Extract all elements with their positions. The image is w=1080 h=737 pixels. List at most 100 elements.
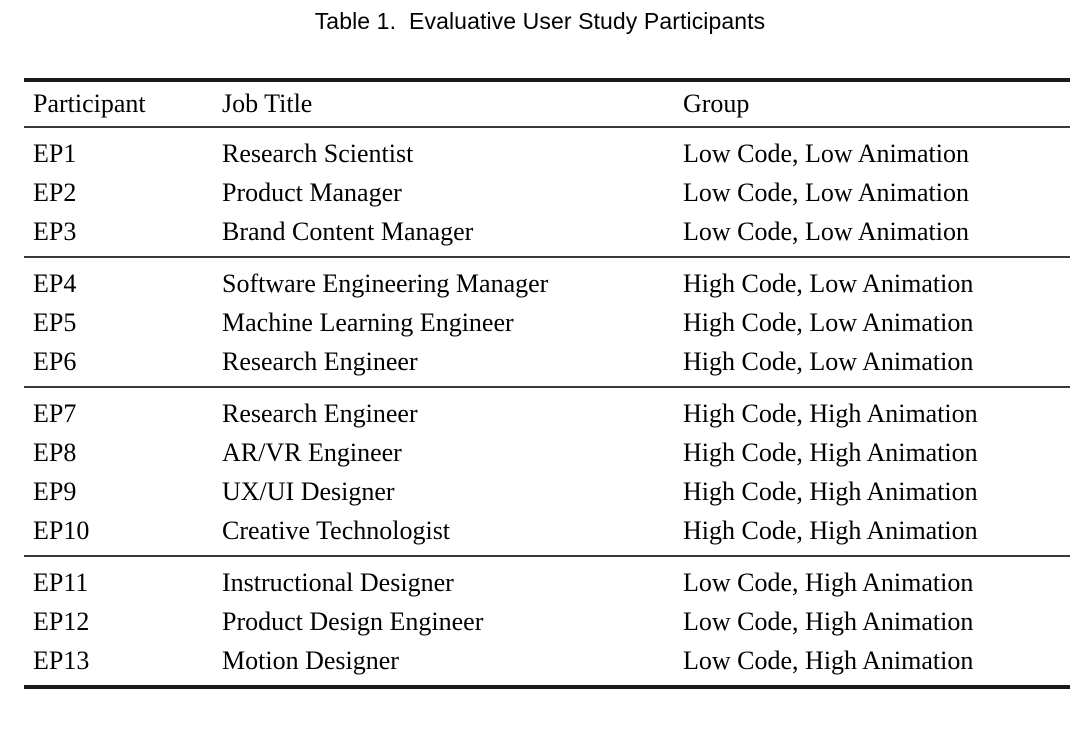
cell-group: High Code, High Animation bbox=[674, 394, 1070, 433]
cell-group-text: Low Code, High Animation bbox=[683, 568, 974, 597]
cell-group-text: High Code, High Animation bbox=[683, 438, 978, 467]
table-row: EP2 Product Manager Low Code, Low Animat… bbox=[24, 173, 1070, 212]
cell-participant: EP4 bbox=[24, 264, 213, 303]
cell-job-title: Brand Content Manager bbox=[213, 212, 674, 251]
cell-job-title: Motion Designer bbox=[213, 641, 674, 680]
table-row: EP8 AR/VR Engineer High Code, High Anima… bbox=[24, 433, 1070, 472]
cell-job-title: Machine Learning Engineer bbox=[213, 303, 674, 342]
table-body-group-3: EP7 Research Engineer High Code, High An… bbox=[24, 388, 1070, 558]
cell-job-title-text: Research Engineer bbox=[222, 399, 418, 428]
cell-job-title-text: Research Scientist bbox=[222, 139, 414, 168]
cell-job-title-text: Research Engineer bbox=[222, 347, 418, 376]
group-4-bottom-spacer bbox=[24, 680, 1070, 687]
cell-job-title: Product Manager bbox=[213, 173, 674, 212]
cell-participant: EP12 bbox=[24, 602, 213, 641]
cell-participant-text: EP6 bbox=[33, 347, 77, 376]
cell-job-title: UX/UI Designer bbox=[213, 472, 674, 511]
cell-group: High Code, Low Animation bbox=[674, 303, 1070, 342]
bottom-rule bbox=[24, 685, 1070, 691]
cell-job-title-text: Brand Content Manager bbox=[222, 217, 474, 246]
cell-participant-text: EP12 bbox=[33, 607, 90, 636]
table-body-group-4: EP11 Instructional Designer Low Code, Hi… bbox=[24, 557, 1070, 691]
cell-job-title-text: Creative Technologist bbox=[222, 516, 451, 545]
cell-participant-text: EP3 bbox=[33, 217, 77, 246]
cell-group: Low Code, High Animation bbox=[674, 602, 1070, 641]
cell-participant-text: EP7 bbox=[33, 399, 77, 428]
cell-group-text: Low Code, Low Animation bbox=[683, 178, 969, 207]
table-container: Participant Job Title Group EP1 Research… bbox=[24, 78, 1070, 691]
cell-participant-text: EP2 bbox=[33, 178, 77, 207]
cell-job-title: AR/VR Engineer bbox=[213, 433, 674, 472]
cell-job-title-text: Software Engineering Manager bbox=[222, 269, 549, 298]
table-row: EP1 Research Scientist Low Code, Low Ani… bbox=[24, 134, 1070, 173]
cell-group-text: High Code, Low Animation bbox=[683, 308, 974, 337]
cell-participant: EP13 bbox=[24, 641, 213, 680]
table-row: EP6 Research Engineer High Code, Low Ani… bbox=[24, 342, 1070, 381]
cell-group-text: High Code, Low Animation bbox=[683, 347, 974, 376]
cell-group-text: Low Code, Low Animation bbox=[683, 217, 969, 246]
table-row: EP3 Brand Content Manager Low Code, Low … bbox=[24, 212, 1070, 251]
cell-group: Low Code, Low Animation bbox=[674, 134, 1070, 173]
cell-group: High Code, High Animation bbox=[674, 433, 1070, 472]
column-header-participant-label: Participant bbox=[33, 89, 146, 118]
cell-participant: EP6 bbox=[24, 342, 213, 381]
cell-participant: EP3 bbox=[24, 212, 213, 251]
table-row: EP7 Research Engineer High Code, High An… bbox=[24, 394, 1070, 433]
cell-group: Low Code, Low Animation bbox=[674, 212, 1070, 251]
cell-participant-text: EP11 bbox=[33, 568, 89, 597]
cell-participant: EP9 bbox=[24, 472, 213, 511]
cell-job-title: Product Design Engineer bbox=[213, 602, 674, 641]
table-caption: Table 1. Evaluative User Study Participa… bbox=[314, 8, 766, 34]
column-header-job-title: Job Title bbox=[213, 82, 674, 127]
cell-participant-text: EP10 bbox=[33, 516, 90, 545]
cell-group-text: High Code, High Animation bbox=[683, 477, 978, 506]
table-row: EP11 Instructional Designer Low Code, Hi… bbox=[24, 563, 1070, 602]
cell-group: Low Code, Low Animation bbox=[674, 173, 1070, 212]
cell-group: High Code, High Animation bbox=[674, 511, 1070, 550]
cell-job-title: Research Scientist bbox=[213, 134, 674, 173]
cell-job-title: Creative Technologist bbox=[213, 511, 674, 550]
column-header-group-label: Group bbox=[683, 89, 750, 118]
cell-participant: EP2 bbox=[24, 173, 213, 212]
table-body-group-2: EP4 Software Engineering Manager High Co… bbox=[24, 258, 1070, 389]
cell-job-title-text: AR/VR Engineer bbox=[222, 438, 402, 467]
cell-job-title: Software Engineering Manager bbox=[213, 264, 674, 303]
cell-job-title: Research Engineer bbox=[213, 342, 674, 381]
table-row: EP4 Software Engineering Manager High Co… bbox=[24, 264, 1070, 303]
cell-participant: EP5 bbox=[24, 303, 213, 342]
cell-job-title-text: Product Design Engineer bbox=[222, 607, 484, 636]
cell-group-text: High Code, High Animation bbox=[683, 399, 978, 428]
table-page: Table 1. Evaluative User Study Participa… bbox=[0, 0, 1080, 737]
cell-participant: EP1 bbox=[24, 134, 213, 173]
cell-group: Low Code, High Animation bbox=[674, 641, 1070, 680]
cell-participant: EP11 bbox=[24, 563, 213, 602]
participants-table: Participant Job Title Group EP1 Research… bbox=[24, 78, 1070, 691]
cell-group-text: Low Code, Low Animation bbox=[683, 139, 969, 168]
cell-job-title-text: Instructional Designer bbox=[222, 568, 454, 597]
table-row: EP10 Creative Technologist High Code, Hi… bbox=[24, 511, 1070, 550]
table-row: EP13 Motion Designer Low Code, High Anim… bbox=[24, 641, 1070, 680]
cell-group: High Code, High Animation bbox=[674, 472, 1070, 511]
table-row: EP9 UX/UI Designer High Code, High Anima… bbox=[24, 472, 1070, 511]
cell-participant-text: EP9 bbox=[33, 477, 77, 506]
cell-group-text: High Code, Low Animation bbox=[683, 269, 974, 298]
cell-group: High Code, Low Animation bbox=[674, 342, 1070, 381]
table-body-group-1: EP1 Research Scientist Low Code, Low Ani… bbox=[24, 128, 1070, 259]
column-header-job-title-label: Job Title bbox=[222, 89, 313, 118]
cell-participant-text: EP8 bbox=[33, 438, 77, 467]
cell-job-title-text: Motion Designer bbox=[222, 646, 399, 675]
cell-job-title-text: UX/UI Designer bbox=[222, 477, 395, 506]
cell-group: High Code, Low Animation bbox=[674, 264, 1070, 303]
cell-participant-text: EP13 bbox=[33, 646, 90, 675]
cell-participant: EP10 bbox=[24, 511, 213, 550]
cell-participant-text: EP5 bbox=[33, 308, 77, 337]
header-row: Participant Job Title Group bbox=[24, 82, 1070, 127]
column-header-group: Group bbox=[674, 82, 1070, 127]
cell-participant: EP8 bbox=[24, 433, 213, 472]
cell-job-title: Instructional Designer bbox=[213, 563, 674, 602]
cell-participant: EP7 bbox=[24, 394, 213, 433]
cell-job-title: Research Engineer bbox=[213, 394, 674, 433]
cell-participant-text: EP4 bbox=[33, 269, 77, 298]
table-header: Participant Job Title Group bbox=[24, 78, 1070, 129]
cell-group: Low Code, High Animation bbox=[674, 563, 1070, 602]
